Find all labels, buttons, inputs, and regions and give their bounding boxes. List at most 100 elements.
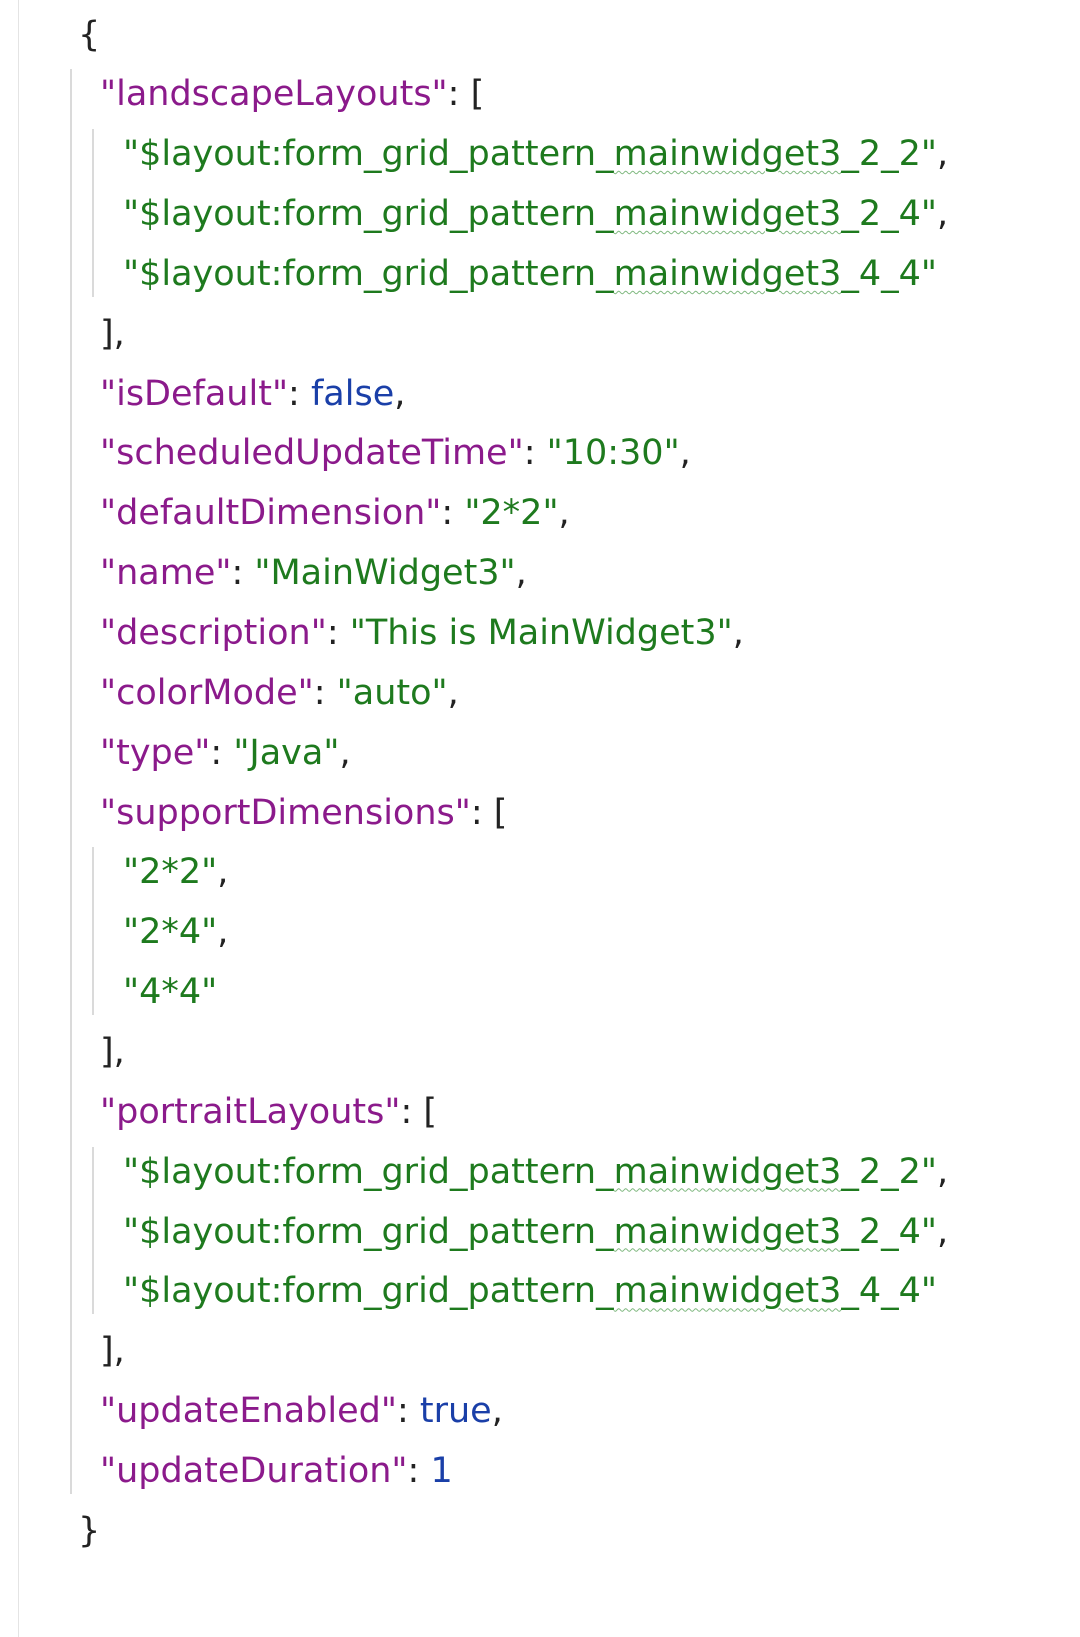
json-punctuation: : <box>441 493 465 534</box>
json-punctuation: ], <box>100 313 125 354</box>
json-punctuation: : <box>407 1450 431 1491</box>
indent-guide <box>92 847 94 1015</box>
json-string: _2_4" <box>841 194 938 235</box>
json-punctuation: : <box>313 672 337 713</box>
json-punctuation: , <box>679 433 691 474</box>
json-string: _2_2" <box>841 1151 938 1192</box>
json-string: _4_4" <box>841 1271 938 1312</box>
json-punctuation: , <box>217 852 229 893</box>
json-string: "4*4" <box>123 972 218 1013</box>
json-string: "2*2" <box>464 493 559 534</box>
json-string: "10:30" <box>546 433 680 474</box>
json-literal: 1 <box>430 1450 453 1491</box>
json-string: mainwidget3 <box>613 253 842 294</box>
json-punctuation: ], <box>100 1031 125 1072</box>
json-punctuation: , <box>447 672 459 713</box>
json-punctuation: : <box>210 732 234 773</box>
json-key: "landscapeLayouts" <box>100 74 448 115</box>
json-key: "colorMode" <box>100 672 314 713</box>
code-line: "scheduledUpdateTime": "10:30", <box>100 422 691 485</box>
json-string: mainwidget3 <box>613 134 842 175</box>
json-punctuation: , <box>732 613 744 653</box>
code-line: "$layout:form_grid_pattern_mainwidget3_4… <box>123 1260 937 1323</box>
json-punctuation: : [ <box>400 1091 438 1132</box>
json-string: mainwidget3 <box>613 1211 842 1252</box>
json-string: "This is MainWidget3" <box>349 613 733 653</box>
json-key: "portraitLayouts" <box>100 1091 401 1132</box>
code-line: "isDefault": false, <box>100 363 405 426</box>
json-punctuation: , <box>937 134 949 175</box>
code-line: "portraitLayouts": [ <box>100 1081 437 1144</box>
json-string: "MainWidget3" <box>254 553 516 594</box>
json-punctuation: : <box>231 553 255 594</box>
code-line: "$layout:form_grid_pattern_mainwidget3_2… <box>123 183 948 246</box>
json-key: "updateDuration" <box>100 1450 408 1491</box>
json-string: "$layout:form_grid_pattern_ <box>123 253 614 294</box>
code-line: "landscapeLayouts": [ <box>100 63 484 126</box>
code-line: "type": "Java", <box>100 722 351 785</box>
json-punctuation: , <box>937 1151 949 1192</box>
code-line: ], <box>100 303 125 366</box>
json-string: "$layout:form_grid_pattern_ <box>123 1151 614 1192</box>
code-line: "description": "This is MainWidget3", <box>100 602 744 665</box>
code-line: ], <box>100 1320 125 1383</box>
code-line: } <box>78 1500 100 1563</box>
code-line: "updateEnabled": true, <box>100 1380 503 1443</box>
json-string: mainwidget3 <box>613 194 842 235</box>
json-key: "supportDimensions" <box>100 792 471 833</box>
json-string: "$layout:form_grid_pattern_ <box>123 1271 614 1312</box>
json-string: "auto" <box>336 672 448 713</box>
json-key: "description" <box>100 613 327 653</box>
code-line: "2*4", <box>123 901 228 964</box>
json-punctuation: , <box>515 553 527 594</box>
code-line: "$layout:form_grid_pattern_mainwidget3_4… <box>123 243 937 306</box>
code-line: "updateDuration": 1 <box>100 1440 453 1503</box>
code-line: ], <box>100 1021 125 1084</box>
json-string: _2_4" <box>841 1211 938 1252</box>
indent-guide <box>92 1146 94 1315</box>
json-key: "name" <box>100 553 232 594</box>
json-key: "defaultDimension" <box>100 493 442 534</box>
json-code-view: {"landscapeLayouts": ["$layout:form_grid… <box>0 0 1080 1637</box>
code-line: { <box>78 4 100 67</box>
json-string: "$layout:form_grid_pattern_ <box>123 194 614 235</box>
json-key: "type" <box>100 732 211 773</box>
json-punctuation: , <box>491 1391 503 1432</box>
code-line: "2*2", <box>123 841 228 904</box>
json-string: mainwidget3 <box>613 1151 842 1192</box>
json-key: "isDefault" <box>100 373 289 414</box>
json-punctuation: ], <box>100 1331 125 1372</box>
json-punctuation: , <box>937 194 949 235</box>
json-punctuation: : [ <box>447 74 485 115</box>
json-string: _4_4" <box>841 253 938 294</box>
code-line: "$layout:form_grid_pattern_mainwidget3_2… <box>123 1141 948 1204</box>
json-punctuation: : <box>396 1391 420 1432</box>
json-string: "Java" <box>233 732 340 773</box>
code-line: "name": "MainWidget3", <box>100 542 527 605</box>
json-key: "updateEnabled" <box>100 1391 397 1432</box>
json-punctuation: } <box>78 1510 101 1551</box>
code-line: "4*4" <box>123 961 217 1024</box>
json-punctuation: { <box>78 14 101 55</box>
json-punctuation: , <box>394 373 406 414</box>
json-string: "2*2" <box>123 852 218 893</box>
json-punctuation: , <box>937 1211 949 1252</box>
json-string: "2*4" <box>123 912 218 953</box>
json-punctuation: : <box>523 433 547 474</box>
indent-guide <box>92 129 94 297</box>
code-line: "$layout:form_grid_pattern_mainwidget3_2… <box>123 1201 948 1264</box>
json-punctuation: , <box>558 493 570 534</box>
json-key: "scheduledUpdateTime" <box>100 433 524 474</box>
code-line: "defaultDimension": "2*2", <box>100 482 570 545</box>
code-line: "$layout:form_grid_pattern_mainwidget3_2… <box>123 123 948 186</box>
code-line: "supportDimensions": [ <box>100 782 507 845</box>
json-string: "$layout:form_grid_pattern_ <box>123 134 614 175</box>
indent-guide <box>70 69 72 1494</box>
json-punctuation: , <box>217 912 229 953</box>
page-left-border <box>18 0 19 1637</box>
json-string: "$layout:form_grid_pattern_ <box>123 1211 614 1252</box>
json-literal: false <box>310 373 395 414</box>
json-string: _2_2" <box>841 134 938 175</box>
json-punctuation: , <box>339 732 351 773</box>
json-literal: true <box>419 1391 492 1432</box>
